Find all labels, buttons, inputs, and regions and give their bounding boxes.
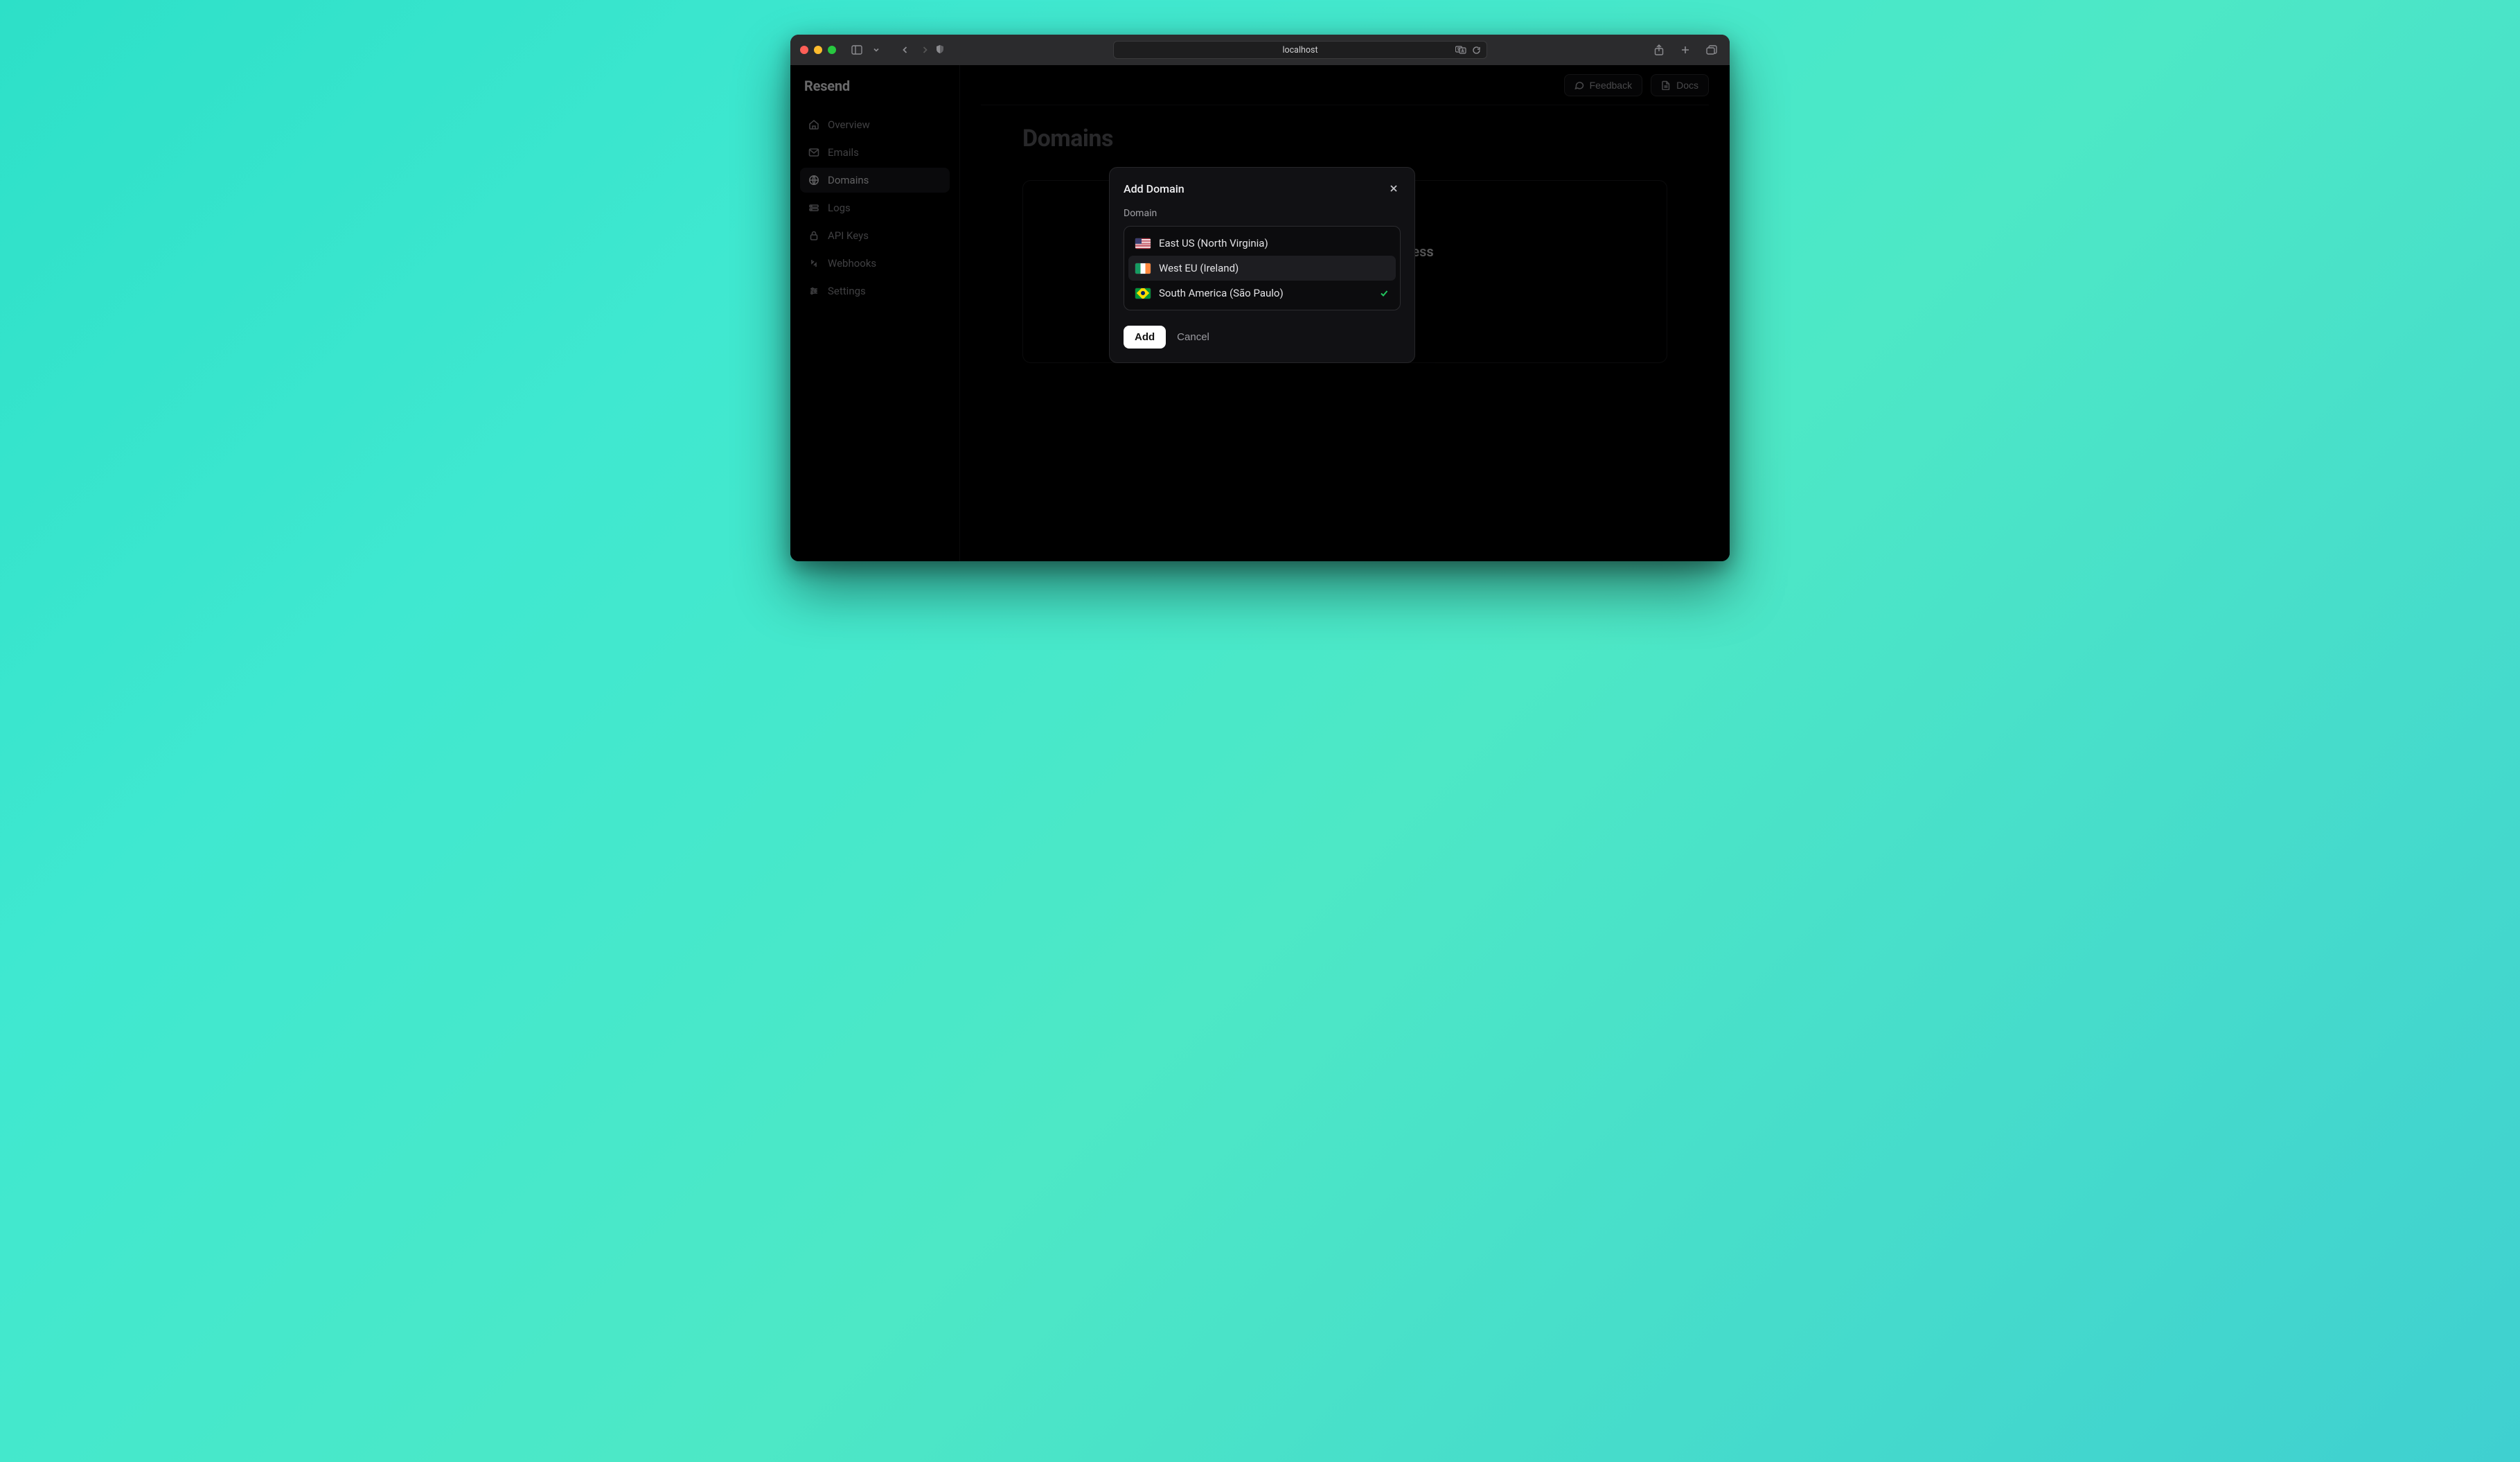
option-label: South America (São Paulo) <box>1159 287 1284 299</box>
maximize-window-button[interactable] <box>828 46 836 54</box>
button-label: Cancel <box>1177 331 1209 343</box>
flag-br-icon <box>1135 288 1151 299</box>
browser-window: localhost <box>790 35 1730 561</box>
tabs-icon[interactable] <box>1703 42 1720 58</box>
reload-icon[interactable] <box>1472 46 1481 55</box>
option-label: East US (North Virginia) <box>1159 237 1268 249</box>
sidebar-toggle-icon[interactable] <box>849 42 865 58</box>
shield-icon[interactable] <box>932 41 948 58</box>
back-button[interactable] <box>897 42 914 58</box>
new-tab-icon[interactable] <box>1677 42 1694 58</box>
translate-icon[interactable] <box>1455 46 1466 54</box>
option-label: West EU (Ireland) <box>1159 262 1239 274</box>
minimize-window-button[interactable] <box>814 46 822 54</box>
forward-button[interactable] <box>916 42 933 58</box>
region-dropdown[interactable]: East US (North Virginia) West EU (Irelan… <box>1124 226 1401 310</box>
close-window-button[interactable] <box>800 46 808 54</box>
address-bar[interactable]: localhost <box>1113 41 1487 59</box>
share-icon[interactable] <box>1651 42 1667 58</box>
close-icon[interactable] <box>1387 182 1401 195</box>
region-option-east-us[interactable]: East US (North Virginia) <box>1128 231 1396 256</box>
check-icon <box>1379 288 1389 298</box>
flag-us-icon <box>1135 238 1151 249</box>
region-option-west-eu[interactable]: West EU (Ireland) <box>1128 256 1396 281</box>
chevron-down-icon[interactable] <box>868 42 885 58</box>
window-controls <box>800 46 836 54</box>
address-bar-text: localhost <box>1282 45 1317 55</box>
add-button[interactable]: Add <box>1124 326 1166 349</box>
region-option-south-america[interactable]: South America (São Paulo) <box>1128 281 1396 306</box>
add-domain-modal: Add Domain Domain East US (North Virgini… <box>1109 167 1415 363</box>
button-label: Add <box>1135 331 1155 343</box>
field-label-domain: Domain <box>1124 208 1401 219</box>
modal-title: Add Domain <box>1124 182 1184 195</box>
app-root: Resend Overview Emails Domains Logs <box>790 65 1730 561</box>
flag-ie-icon <box>1135 263 1151 274</box>
cancel-button[interactable]: Cancel <box>1177 331 1209 343</box>
browser-chrome: localhost <box>790 35 1730 65</box>
